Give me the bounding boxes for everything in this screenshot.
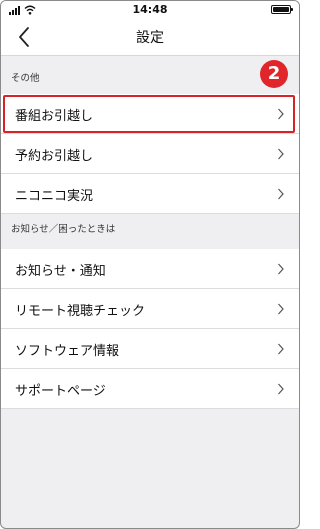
chevron-right-icon	[278, 383, 284, 395]
section-header-label: その他	[11, 73, 40, 84]
chevron-right-icon	[278, 148, 284, 160]
page-title: 設定	[136, 30, 164, 46]
status-time: 14:48	[132, 3, 168, 16]
settings-row-program-move[interactable]: 番組お引越し	[1, 94, 299, 134]
settings-row-remote-viewing-check[interactable]: リモート視聴チェック	[1, 289, 299, 329]
settings-row-reservation-move[interactable]: 予約お引越し	[1, 134, 299, 174]
chevron-right-icon	[278, 343, 284, 355]
row-label: お知らせ・通知	[15, 264, 106, 279]
settings-row-niconico-live[interactable]: ニコニコ実況	[1, 174, 299, 214]
settings-row-software-info[interactable]: ソフトウェア情報	[1, 329, 299, 369]
row-label: 予約お引越し	[15, 149, 94, 164]
chevron-right-icon	[278, 108, 284, 120]
phone-screen: 14:48 設定 その他 番組お引越し 予約お引越し ニコニコ実況 お知らせ／困…	[0, 0, 300, 529]
battery-icon	[271, 5, 293, 14]
status-bar: 14:48	[1, 1, 299, 19]
row-label: ソフトウェア情報	[15, 344, 120, 359]
navigation-bar: 設定	[1, 19, 299, 55]
settings-row-notices[interactable]: お知らせ・通知	[1, 249, 299, 289]
chevron-right-icon	[278, 263, 284, 275]
chevron-right-icon	[278, 303, 284, 315]
row-label: ニコニコ実況	[15, 189, 94, 204]
section-header-notices-help: お知らせ／困ったときは	[1, 214, 299, 240]
row-label: 番組お引越し	[15, 109, 94, 124]
step-badge: 2	[260, 60, 288, 88]
section-header-other: その他	[1, 63, 299, 89]
settings-row-support-page[interactable]: サポートページ	[1, 369, 299, 409]
row-label: リモート視聴チェック	[15, 304, 146, 319]
chevron-right-icon	[278, 188, 284, 200]
row-label: サポートページ	[15, 384, 106, 399]
section-header-label: お知らせ／困ったときは	[11, 224, 116, 235]
